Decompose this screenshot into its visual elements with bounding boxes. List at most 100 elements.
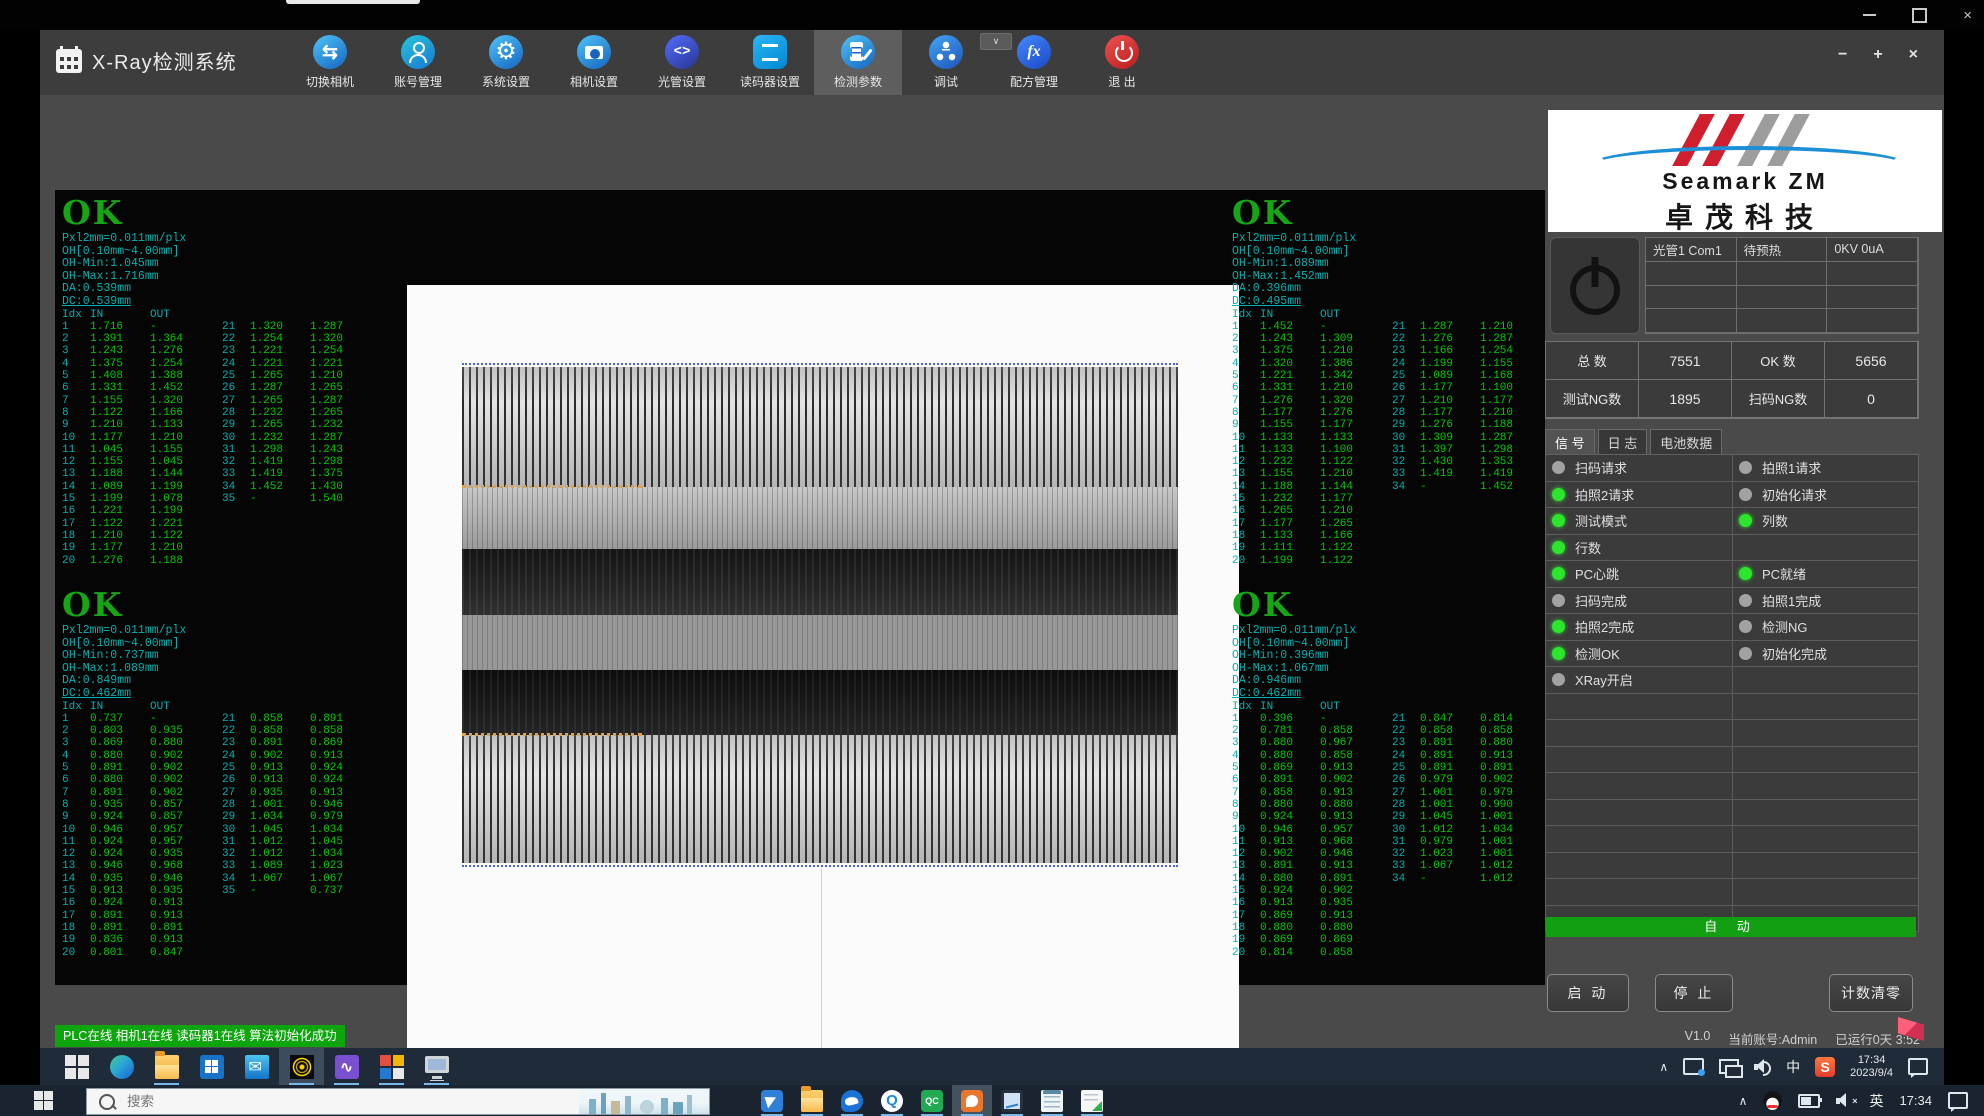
- exit-icon: [1105, 35, 1139, 69]
- toolbar-button-system-settings[interactable]: 系统设置: [462, 30, 550, 95]
- xray-power-button[interactable]: [1550, 237, 1640, 334]
- app-maximize-icon[interactable]: +: [1873, 46, 1882, 64]
- outer-close-icon[interactable]: ×: [1963, 8, 1972, 23]
- measure-row: 191.1111.122: [1232, 542, 1562, 554]
- app-close-icon[interactable]: ×: [1909, 46, 1918, 64]
- outer-taskbar-tray: ∧ × 英 17:34: [1739, 1085, 1968, 1116]
- measure-row: 171.1771.265: [1232, 518, 1562, 530]
- measure-row: 250.8910.891: [1392, 762, 1538, 774]
- taskbar-app-notepad[interactable]: [1032, 1085, 1072, 1116]
- inner-taskbar-tray: ∧ 中 S 17:34 2023/9/4: [1659, 1048, 1928, 1085]
- toolbar-button-scanner-settings[interactable]: 读码器设置: [726, 30, 814, 95]
- tube-status-cell: [1646, 286, 1737, 310]
- toolbar-button-tube-settings[interactable]: 光管设置: [638, 30, 726, 95]
- measurement-panel-top-right: OKPxl2mm=0.011mm/plxOH[0.10mm~4.00mm]OH-…: [1232, 193, 1562, 585]
- taskbar-app-presentation[interactable]: [952, 1085, 992, 1116]
- taskbar-app-dove[interactable]: [752, 1085, 792, 1116]
- volume-icon[interactable]: [1754, 1059, 1771, 1074]
- taskbar-app-explorer2[interactable]: [792, 1085, 832, 1116]
- taskbar-app-doc-edit[interactable]: [1072, 1085, 1112, 1116]
- ime-indicator[interactable]: 中: [1786, 1057, 1800, 1077]
- outer-minimize-icon[interactable]: [1863, 14, 1876, 16]
- taskbar-app-explorer[interactable]: [144, 1048, 189, 1085]
- measure-row: 240.8910.913: [1392, 750, 1538, 762]
- qq-browser-icon: [881, 1090, 903, 1112]
- taskbar-app-vision-app[interactable]: [279, 1048, 324, 1085]
- measure-row: 171.1221.221: [62, 518, 392, 530]
- toolbar-collapse-button[interactable]: ∨: [980, 33, 1012, 50]
- signal-row: XRay开启: [1546, 667, 1918, 694]
- inner-clock[interactable]: 17:34 2023/9/4: [1850, 1054, 1893, 1080]
- start-button[interactable]: 启 动: [1547, 974, 1629, 1012]
- measure-row: 281.2321.265: [222, 407, 368, 419]
- tab-电池数据[interactable]: 电池数据: [1650, 429, 1722, 454]
- measure-row: 151.2321.177: [1232, 493, 1562, 505]
- taskbar-app-qc[interactable]: [912, 1085, 952, 1116]
- panel-info-line: Pxl2mm=0.011mm/plx: [1232, 625, 1562, 638]
- rdp-connection-bar[interactable]: [286, 0, 420, 4]
- outer-maximize-icon[interactable]: [1912, 8, 1927, 23]
- toolbar-button-camera-settings[interactable]: 相机设置: [550, 30, 638, 95]
- measure-row: 291.2651.232: [222, 419, 368, 431]
- taskbar-app-start[interactable]: [54, 1048, 99, 1085]
- measure-row: 261.2871.265: [222, 382, 368, 394]
- ime-indicator[interactable]: 英: [1869, 1091, 1883, 1111]
- taskbar-app-edge[interactable]: [99, 1048, 144, 1085]
- signal-row-empty: [1546, 720, 1918, 747]
- measure-row: 281.0010.990: [1392, 799, 1538, 811]
- signal-indicator-dot: [1739, 620, 1752, 633]
- outer-clock[interactable]: 17:34: [1899, 1093, 1932, 1108]
- signal-label: 拍照2完成: [1575, 617, 1634, 636]
- start-button-outer[interactable]: [34, 1091, 53, 1110]
- remote-session-icon[interactable]: [1683, 1058, 1704, 1075]
- taskbar-app-store[interactable]: [189, 1048, 234, 1085]
- logo-company-text: 卓茂科技: [1548, 196, 1942, 232]
- stat-label: 扫码NG数: [1732, 380, 1825, 418]
- battery-icon[interactable]: [1798, 1094, 1820, 1108]
- outer-taskbar: ∧ × 英 17:34: [0, 1085, 1984, 1116]
- tray-chevron-up-icon[interactable]: ∧: [1739, 1094, 1748, 1108]
- toolbar-button-debug[interactable]: 调试: [902, 30, 990, 95]
- inner-date: 2023/9/4: [1850, 1067, 1893, 1079]
- toolbar-button-inspect-params[interactable]: 检测参数: [814, 30, 902, 95]
- taskbar-app-monitor-chart[interactable]: [992, 1085, 1032, 1116]
- toolbar-button-switch-camera[interactable]: 切换相机: [286, 30, 374, 95]
- sogou-input-icon[interactable]: S: [1815, 1057, 1835, 1077]
- monitor-chart-icon: [1001, 1090, 1023, 1112]
- tube-status-cell: [1737, 286, 1828, 310]
- taskbar-search-input[interactable]: [125, 1093, 579, 1110]
- measure-row: 281.0010.946: [222, 799, 368, 811]
- signal-indicator-dot: [1739, 594, 1752, 607]
- qq-icon[interactable]: [1763, 1091, 1782, 1110]
- measurement-panel-top-left: OKPxl2mm=0.011mm/plxOH[0.10mm~4.00mm]OH-…: [62, 193, 392, 585]
- tab-信号[interactable]: 信 号: [1545, 429, 1595, 454]
- taskbar-app-projector[interactable]: [414, 1048, 459, 1085]
- volume-muted-icon[interactable]: ×: [1836, 1093, 1853, 1108]
- taskbar-search-box[interactable]: [86, 1088, 710, 1115]
- taskbar-app-ks-player[interactable]: [324, 1048, 369, 1085]
- measure-row: 341.4521.430: [222, 481, 368, 493]
- tray-chevron-up-icon[interactable]: ∧: [1659, 1060, 1668, 1074]
- taskbar-app-bird[interactable]: [832, 1085, 872, 1116]
- tab-日志[interactable]: 日 志: [1598, 429, 1648, 454]
- signal-label: PC心跳: [1575, 564, 1619, 583]
- panel-info-line: Pxl2mm=0.011mm/plx: [1232, 233, 1562, 246]
- toolbar-button-account-manage[interactable]: 账号管理: [374, 30, 462, 95]
- action-center-icon[interactable]: [1908, 1058, 1928, 1075]
- action-center-icon[interactable]: [1948, 1092, 1968, 1109]
- qc-icon: [921, 1090, 943, 1112]
- tube-settings-icon: [665, 35, 699, 69]
- count-reset-button[interactable]: 计数清零: [1829, 974, 1913, 1012]
- signal-label: 列数: [1762, 511, 1788, 530]
- stop-button[interactable]: 停 止: [1655, 974, 1733, 1012]
- toolbar-button-exit[interactable]: 退 出: [1078, 30, 1166, 95]
- taskbar-app-color-blocks[interactable]: [369, 1048, 414, 1085]
- measure-row: 310.9791.001: [1392, 836, 1538, 848]
- dual-monitor-icon[interactable]: [1719, 1059, 1739, 1074]
- taskbar-app-qq-browser[interactable]: [872, 1085, 912, 1116]
- app-minimize-icon[interactable]: −: [1838, 46, 1847, 64]
- taskbar-app-mail[interactable]: [234, 1048, 279, 1085]
- measure-row: 301.0121.034: [1392, 824, 1538, 836]
- signal-label: 拍照2请求: [1575, 485, 1634, 504]
- panel-info-line: OH-Min:1.089mm: [1232, 258, 1562, 271]
